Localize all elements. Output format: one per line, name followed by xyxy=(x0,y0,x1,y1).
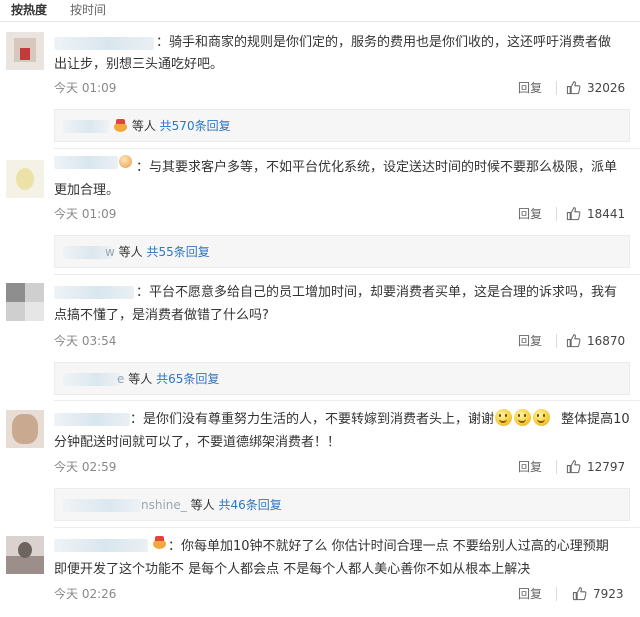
sort-tabs: 按热度 按时间 xyxy=(0,0,640,22)
reply-username[interactable] xyxy=(63,499,141,512)
comment-time: 今天 02:26 xyxy=(54,587,117,601)
like-count: 16870 xyxy=(587,333,626,348)
like-button[interactable]: 12797 xyxy=(566,459,625,474)
comment-time: 今天 01:09 xyxy=(54,207,117,221)
comment-text: ：平台不愿意多给自己的员工增加时间，却要消费者买单，这是合理的诉求吗，我有 xyxy=(136,285,618,300)
divider xyxy=(556,207,557,221)
view-replies-link[interactable]: 共570条回复 xyxy=(160,119,231,133)
like-count: 7923 xyxy=(593,586,624,601)
reply-button[interactable]: 回复 xyxy=(518,460,542,474)
avatar[interactable] xyxy=(6,283,44,321)
row-divider xyxy=(54,400,640,401)
smile-emoji-icon xyxy=(514,409,532,426)
like-button[interactable]: 18441 xyxy=(566,206,625,221)
avatar[interactable] xyxy=(6,536,44,574)
reply-summary[interactable]: 等人 共570条回复 xyxy=(54,109,630,142)
comment-time: 今天 02:59 xyxy=(54,460,117,474)
reply-deng: 等人 xyxy=(190,498,215,512)
username[interactable] xyxy=(54,286,134,299)
thumbs-up-icon xyxy=(566,460,581,474)
like-count: 12797 xyxy=(587,459,626,474)
comment-text: ：与其要求客户多等，不如平台优化系统，设定送达时间的时候不要那么极限，派单 xyxy=(136,160,618,175)
like-button[interactable]: 16870 xyxy=(566,333,625,348)
like-count: 32026 xyxy=(587,80,626,95)
divider xyxy=(556,460,557,474)
row-divider xyxy=(54,148,640,149)
reply-username-tail: e xyxy=(117,372,125,386)
like-count: 18441 xyxy=(587,206,626,221)
comment-text: ：你每单加10钟不就好了么 你估计时间合理一点 不要给别人过高的心理预期 xyxy=(168,539,609,554)
smile-emoji-icon xyxy=(533,409,551,426)
reply-deng: 等人 xyxy=(131,119,156,133)
emoji-icon xyxy=(119,155,132,168)
reply-username[interactable] xyxy=(63,120,109,133)
divider xyxy=(556,81,557,95)
view-replies-link[interactable]: 共65条回复 xyxy=(156,372,219,386)
thumbs-up-icon xyxy=(566,334,581,348)
reply-button[interactable]: 回复 xyxy=(518,334,542,348)
reply-deng: 等人 xyxy=(118,245,143,259)
like-button[interactable]: 32026 xyxy=(566,80,625,95)
tab-hot[interactable]: 按热度 xyxy=(11,3,47,17)
reply-button[interactable]: 回复 xyxy=(518,587,542,601)
reply-button[interactable]: 回复 xyxy=(518,81,542,95)
row-divider xyxy=(54,274,640,275)
comment-text-cont: 点搞不懂了，是消费者做错了什么吗? xyxy=(54,308,269,323)
reply-summary[interactable]: nshine_ 等人 共46条回复 xyxy=(54,488,630,521)
username[interactable] xyxy=(54,539,148,552)
like-button[interactable]: 7923 xyxy=(572,586,624,601)
username[interactable] xyxy=(54,413,130,426)
reply-deng: 等人 xyxy=(128,372,153,386)
comment-text-cont: 出让步，别想三头通吃好吧。 xyxy=(54,57,224,72)
comment-text-cont: 即便开发了这个功能不 是每个人都会点 不是每个人都人美心善你不如从根本上解决 xyxy=(54,562,531,577)
thumbs-up-icon xyxy=(566,207,581,221)
reply-username-tail: nshine_ xyxy=(141,498,187,512)
avatar[interactable] xyxy=(6,410,44,448)
divider xyxy=(556,334,557,348)
smile-emoji-icon xyxy=(495,409,513,426)
emoji-icon xyxy=(152,536,167,549)
avatar[interactable] xyxy=(6,160,44,198)
reply-summary[interactable]: w 等人 共55条回复 xyxy=(54,235,630,268)
reply-summary[interactable]: e 等人 共65条回复 xyxy=(54,362,630,395)
view-replies-link[interactable]: 共55条回复 xyxy=(147,245,210,259)
comment-time: 今天 01:09 xyxy=(54,81,117,95)
reply-username-tail: w xyxy=(105,245,115,259)
username[interactable] xyxy=(54,156,118,169)
reply-button[interactable]: 回复 xyxy=(518,207,542,221)
divider xyxy=(556,587,557,601)
comment-time: 今天 03:54 xyxy=(54,334,117,348)
emoji-icon xyxy=(113,119,128,132)
row-divider xyxy=(54,527,640,528)
reply-username[interactable] xyxy=(63,373,121,386)
comment-text: ：骑手和商家的规则是你们定的，服务的费用也是你们收的，这还呼吁消费者做 xyxy=(156,35,612,50)
comment-text-cont: 更加合理。 xyxy=(54,183,120,198)
username[interactable] xyxy=(54,37,154,50)
comment-text-end: 整体提高10 xyxy=(561,412,630,427)
comment-text-cont: 分钟配送时间就可以了，不要道德绑架消费者！！ xyxy=(54,435,341,450)
thumbs-up-icon xyxy=(566,81,581,95)
tab-time[interactable]: 按时间 xyxy=(70,3,106,17)
avatar[interactable] xyxy=(6,32,44,70)
view-replies-link[interactable]: 共46条回复 xyxy=(218,498,281,512)
comment-text: ：是你们没有尊重努力生活的人，不要转嫁到消费者头上，谢谢 xyxy=(130,412,495,427)
thumbs-up-icon xyxy=(572,587,587,601)
